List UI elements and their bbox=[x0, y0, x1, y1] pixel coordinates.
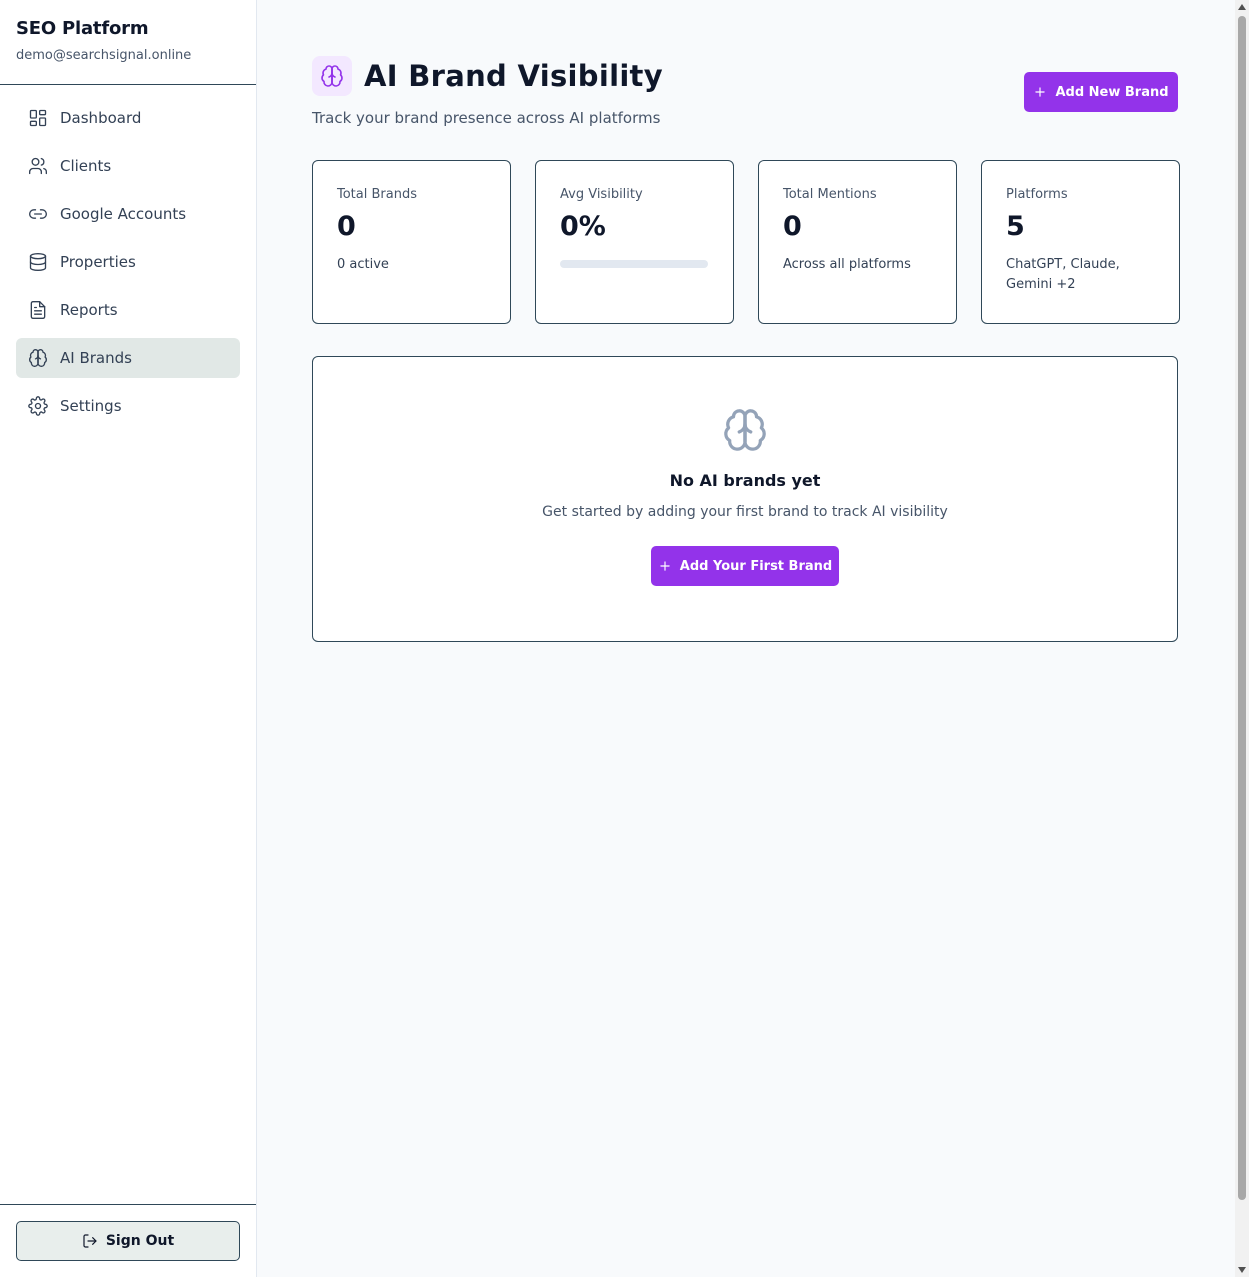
page-title: AI Brand Visibility bbox=[364, 59, 663, 93]
sidebar-item-label: Reports bbox=[60, 301, 118, 319]
sidebar-item-properties[interactable]: Properties bbox=[16, 242, 240, 282]
logout-icon bbox=[83, 1234, 97, 1248]
empty-state-text: Get started by adding your first brand t… bbox=[542, 504, 948, 520]
sidebar-item-reports[interactable]: Reports bbox=[16, 290, 240, 330]
plus-icon bbox=[660, 561, 670, 571]
vertical-scrollbar[interactable] bbox=[1235, 0, 1249, 1277]
stat-value: 5 bbox=[1006, 211, 1025, 242]
empty-state-title: No AI brands yet bbox=[669, 471, 821, 490]
stat-note: 0 active bbox=[337, 257, 389, 272]
sidebar-nav: Dashboard Clients Google Accounts Proper… bbox=[0, 85, 256, 426]
sidebar-item-label: Dashboard bbox=[60, 109, 142, 127]
sidebar: SEO Platform demo@searchsignal.online Da… bbox=[0, 0, 257, 1277]
stat-card-total-brands: Total Brands 0 0 active bbox=[312, 160, 511, 324]
stat-label: Platforms bbox=[1006, 187, 1068, 202]
stat-label: Avg Visibility bbox=[560, 187, 643, 202]
brain-icon bbox=[28, 348, 48, 368]
visibility-progress-bar bbox=[560, 260, 708, 268]
brain-icon bbox=[722, 407, 768, 453]
sidebar-item-label: Google Accounts bbox=[60, 205, 187, 223]
scroll-down-arrow-icon[interactable] bbox=[1238, 1267, 1246, 1273]
plus-icon bbox=[1035, 87, 1046, 97]
link-icon bbox=[28, 204, 48, 224]
database-icon bbox=[28, 252, 48, 272]
stat-note: ChatGPT, Claude, Gemini +2 bbox=[1006, 257, 1120, 292]
sidebar-item-label: AI Brands bbox=[60, 349, 132, 367]
sidebar-item-label: Clients bbox=[60, 157, 112, 175]
sign-out-label: Sign Out bbox=[105, 1233, 175, 1249]
user-email: demo@searchsignal.online bbox=[16, 48, 192, 63]
stat-value: 0 bbox=[337, 211, 356, 242]
gear-icon bbox=[28, 396, 48, 416]
users-icon bbox=[28, 156, 48, 176]
sign-out-button[interactable]: Sign Out bbox=[16, 1221, 240, 1261]
add-new-brand-button[interactable]: Add New Brand bbox=[1024, 72, 1178, 112]
sidebar-header: SEO Platform demo@searchsignal.online bbox=[0, 0, 256, 85]
sidebar-item-settings[interactable]: Settings bbox=[16, 386, 240, 426]
sidebar-item-ai-brands[interactable]: AI Brands bbox=[16, 338, 240, 378]
scroll-thumb[interactable] bbox=[1238, 16, 1246, 1200]
stat-card-platforms: Platforms 5 ChatGPT, Claude, Gemini +2 bbox=[981, 160, 1180, 324]
sidebar-item-google-accounts[interactable]: Google Accounts bbox=[16, 194, 240, 234]
sidebar-item-label: Properties bbox=[60, 253, 136, 271]
add-first-brand-button[interactable]: Add Your First Brand bbox=[651, 546, 839, 586]
sidebar-item-label: Settings bbox=[60, 397, 122, 415]
main-content: AI Brand Visibility Track your brand pre… bbox=[257, 0, 1235, 1277]
stat-card-avg-visibility: Avg Visibility 0% bbox=[535, 160, 734, 324]
add-first-brand-label: Add Your First Brand bbox=[679, 558, 833, 574]
stat-label: Total Mentions bbox=[783, 187, 877, 202]
dashboard-icon bbox=[28, 108, 48, 128]
stat-card-total-mentions: Total Mentions 0 Across all platforms bbox=[758, 160, 957, 324]
stat-label: Total Brands bbox=[337, 187, 417, 202]
brain-icon bbox=[312, 56, 352, 96]
file-text-icon bbox=[28, 300, 48, 320]
sidebar-item-dashboard[interactable]: Dashboard bbox=[16, 98, 240, 138]
sidebar-footer: Sign Out bbox=[0, 1204, 256, 1277]
stat-value: 0 bbox=[783, 211, 802, 242]
add-new-brand-label: Add New Brand bbox=[1055, 84, 1169, 100]
page-header: AI Brand Visibility Track your brand pre… bbox=[312, 56, 663, 127]
app-name: SEO Platform bbox=[16, 18, 149, 39]
scroll-up-arrow-icon[interactable] bbox=[1238, 4, 1246, 10]
stat-value: 0% bbox=[560, 211, 606, 242]
stat-note: Across all platforms bbox=[783, 257, 911, 272]
title-row: AI Brand Visibility bbox=[312, 56, 663, 96]
stats-row: Total Brands 0 0 active Avg Visibility 0… bbox=[312, 160, 1180, 324]
empty-state-card: No AI brands yet Get started by adding y… bbox=[312, 356, 1178, 642]
page-subtitle: Track your brand presence across AI plat… bbox=[312, 109, 661, 127]
sidebar-item-clients[interactable]: Clients bbox=[16, 146, 240, 186]
